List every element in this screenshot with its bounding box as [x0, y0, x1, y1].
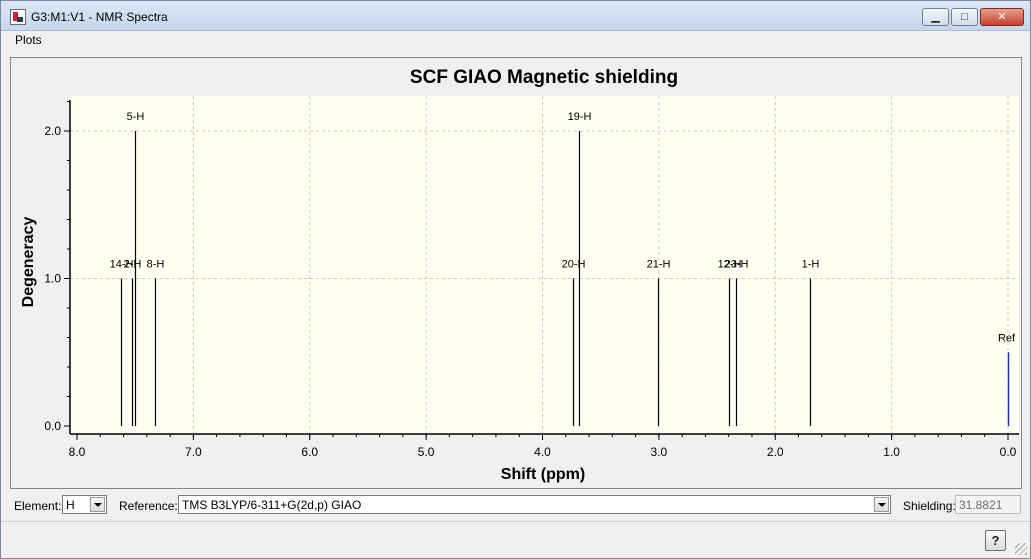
- x-tick-label: 2.0: [767, 445, 784, 459]
- plot-area: [70, 96, 1019, 434]
- x-tick-label: 7.0: [185, 445, 202, 459]
- nmr-spectra-app-icon[interactable]: [10, 9, 26, 25]
- peak-label: 19-H: [568, 111, 592, 123]
- y-tick-label: 0.0: [44, 419, 61, 433]
- peak-label: 8-H: [147, 259, 165, 271]
- x-tick-label: 4.0: [534, 445, 551, 459]
- element-value: H: [66, 498, 75, 512]
- close-button[interactable]: ✕: [980, 8, 1024, 26]
- peak-label: 21-H: [647, 259, 671, 271]
- reference-label: Reference:: [119, 499, 178, 513]
- help-button[interactable]: ?: [985, 530, 1006, 551]
- y-tick-label: 1.0: [44, 272, 61, 286]
- peak-label: 2-H: [124, 259, 142, 271]
- shielding-value: 31.8821: [959, 498, 1003, 512]
- x-tick-label: 6.0: [301, 445, 318, 459]
- y-axis-label: Degeneracy: [20, 217, 37, 308]
- menu-plots[interactable]: Plots: [13, 33, 44, 47]
- x-tick-label: 3.0: [651, 445, 668, 459]
- maximize-icon: □: [961, 11, 968, 23]
- reference-value: TMS B3LYP/6-311+G(2d,p) GIAO: [182, 498, 362, 512]
- resize-grip-icon[interactable]: [1015, 543, 1027, 555]
- close-icon: ✕: [997, 11, 1007, 23]
- y-tick-label: 2.0: [44, 124, 61, 138]
- shielding-label: Shielding:: [903, 499, 956, 513]
- window-title: G3:M1:V1 - NMR Spectra: [31, 10, 168, 24]
- x-tick-label: 0.0: [1000, 445, 1017, 459]
- window-controls: ▁ □ ✕: [922, 8, 1024, 26]
- x-tick-label: 5.0: [418, 445, 435, 459]
- minimize-button[interactable]: ▁: [922, 8, 949, 26]
- chevron-down-icon[interactable]: [874, 497, 889, 512]
- shielding-field: 31.8821: [955, 495, 1021, 514]
- element-label: Element:: [14, 499, 62, 513]
- x-tick-label: 8.0: [69, 445, 86, 459]
- peak-label: 20-H: [562, 259, 586, 271]
- maximize-button[interactable]: □: [951, 8, 978, 26]
- title-bar[interactable]: G3:M1:V1 - NMR Spectra ▁ □ ✕: [1, 1, 1030, 31]
- minimize-icon: ▁: [931, 11, 940, 23]
- spectrum-plot[interactable]: SCF GIAO Magnetic shielding 14-H 2-H 5-H 8-…: [10, 57, 1022, 489]
- peak-label: 1-H: [802, 259, 820, 271]
- nmr-spectra-window: G3:M1:V1 - NMR Spectra ▁ □ ✕ Plots SCF G…: [0, 0, 1031, 559]
- reference-select[interactable]: TMS B3LYP/6-311+G(2d,p) GIAO: [178, 495, 891, 514]
- nmr-chart: SCF GIAO Magnetic shielding 14-H2-H5-H8-…: [20, 67, 1019, 483]
- controls-bar: Element: H Reference: TMS B3LYP/6-311+G(…: [1, 491, 1030, 519]
- chevron-down-icon[interactable]: [90, 497, 105, 512]
- element-select[interactable]: H: [62, 495, 107, 514]
- divider: [1, 521, 1030, 522]
- peak-label: 5-H: [127, 111, 145, 123]
- chart-title: SCF GIAO Magnetic shielding: [410, 67, 678, 88]
- peak-label: Ref: [998, 332, 1016, 344]
- x-axis-label: Shift (ppm): [501, 466, 585, 483]
- menu-bar: Plots: [1, 31, 1030, 51]
- x-tick-label: 1.0: [883, 445, 900, 459]
- help-icon: ?: [991, 533, 1000, 548]
- peak-label: 23-H: [725, 259, 749, 271]
